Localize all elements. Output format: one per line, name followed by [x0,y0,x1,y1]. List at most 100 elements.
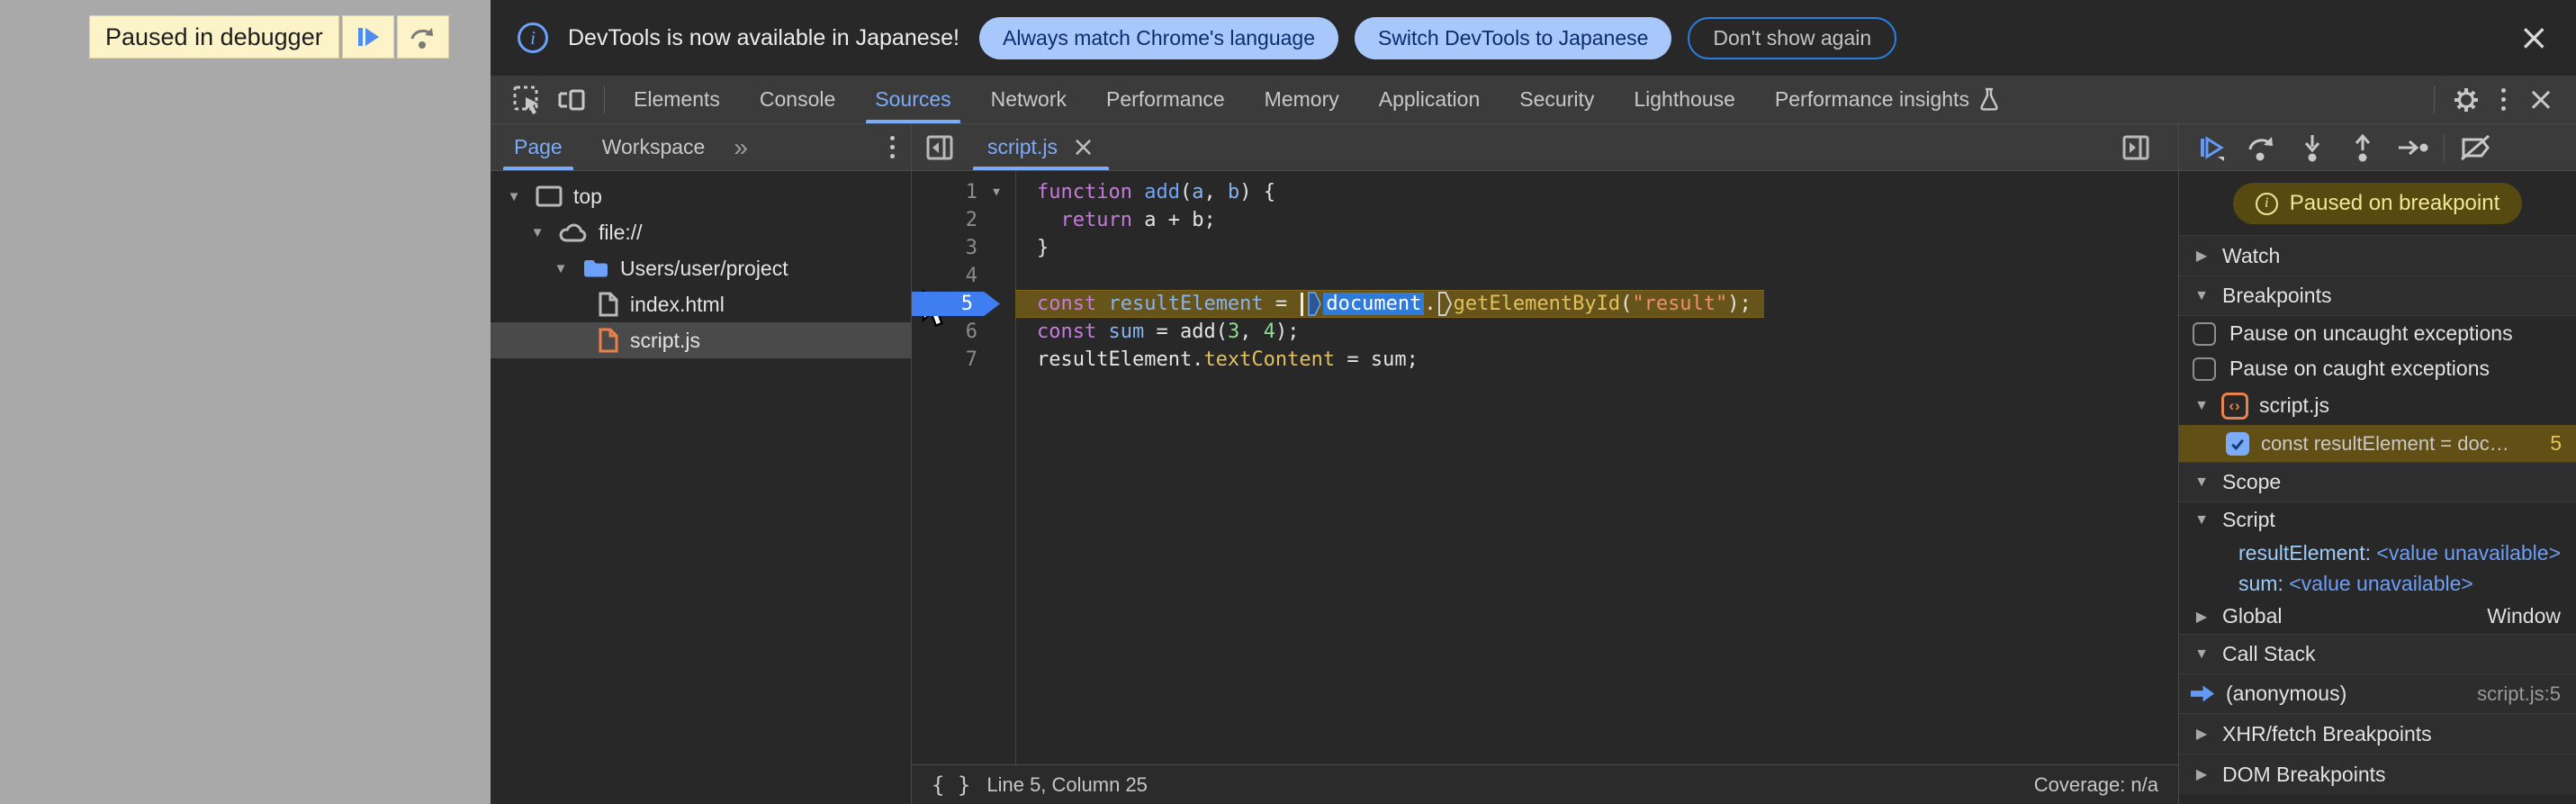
section-scope[interactable]: ▼ Scope [2179,462,2576,502]
collapse-navigator-icon[interactable] [912,124,968,170]
code-text: const resultElement = document. getElemen… [1015,290,1764,318]
variable-name: sum: [2238,571,2290,595]
devtools-close-icon[interactable]: × [2518,76,2563,123]
editor-status-bar: { } Line 5, Column 25 Coverage: n/a [912,764,2178,804]
tree-item-file-[interactable]: ▼ file:// [491,214,911,250]
tab-close-icon[interactable]: × [1072,133,1094,161]
scope-script-group[interactable]: ▼ Script [2179,502,2576,538]
tree-item-label: index.html [630,292,725,316]
section-breakpoints[interactable]: ▼ Breakpoints [2179,276,2576,316]
resume-script-icon [355,23,382,50]
tree-expander-icon[interactable]: ▼ [527,225,548,240]
pause-caught-exceptions-row[interactable]: Pause on caught exceptions [2179,351,2576,386]
scope-variable-row[interactable]: resultElement: <value unavailable> [2179,538,2576,568]
chevron-right-icon: ▶ [2195,609,2208,625]
breakpoint-candidate-marker-icon[interactable] [1437,292,1452,316]
device-toolbar-icon[interactable] [550,76,595,123]
tab-performance[interactable]: Performance [1086,76,1245,123]
code-line[interactable]: 7 resultElement. textContent = sum; [912,346,2178,374]
breakpoint-candidate-marker-icon[interactable] [1308,292,1322,316]
more-options-kebab-icon[interactable] [2489,76,2518,123]
web-page-background: Paused in debugger [0,0,491,804]
inspect-element-icon[interactable] [505,76,550,123]
checkbox-checked[interactable] [2226,431,2249,456]
navigator-tab-workspace[interactable]: Workspace [582,124,725,170]
line-number[interactable]: 7 [912,348,977,371]
editor-tab-scriptjs[interactable]: script.js × [968,124,1114,170]
line-number[interactable]: 4 [912,265,977,287]
more-tabs-chevron-icon[interactable]: » [725,133,757,162]
notification-bar: i DevTools is now available in Japanese!… [491,0,2576,76]
deactivate-breakpoints-icon[interactable] [2450,127,2500,168]
breakpoint-file-group[interactable]: ▼ ‹› script.js [2179,386,2576,425]
tab-sources[interactable]: Sources [855,76,970,123]
line-number[interactable]: 6 [912,321,977,343]
navigator-kebab-icon[interactable] [878,136,907,158]
step-out-icon[interactable] [2337,127,2388,168]
tree-item-script-js[interactable]: script.js [491,322,911,358]
tab-memory[interactable]: Memory [1245,76,1359,123]
code-line[interactable]: 2 return a + b; [912,206,2178,234]
pretty-print-icon[interactable]: { } [932,772,970,798]
overlay-resume-button[interactable] [341,15,394,59]
tab-security[interactable]: Security [1500,76,1614,123]
line-number[interactable]: 1 [912,181,977,203]
section-dom-breakpoints[interactable]: ▶ DOM Breakpoints [2179,754,2576,794]
navigator-pane: Page Workspace» ▼ top ▼ file:// ▼ Users/user/p… [491,124,912,804]
tab-elements[interactable]: Elements [614,76,740,123]
overlay-step-over-button[interactable] [396,15,449,59]
notification-button[interactable]: Switch DevTools to Japanese [1354,16,1672,59]
checkbox-unchecked[interactable] [2193,357,2216,381]
tree-item-users-user-project[interactable]: ▼ Users/user/project [491,250,911,286]
notification-button[interactable]: Always match Chrome's language [978,16,1338,59]
code-fold-icon[interactable]: ▼ [977,185,1015,199]
notification-button[interactable]: Don't show again [1688,16,1897,59]
step-over-icon[interactable] [2237,127,2287,168]
checkbox-unchecked[interactable] [2193,321,2216,346]
devtools-tab-bar: Elements Console Sources Network Performance… [491,76,2576,124]
section-xhr-breakpoints[interactable]: ▶ XHR/fetch Breakpoints [2179,713,2576,754]
settings-gear-icon[interactable] [2444,76,2489,123]
chevron-right-icon: ▶ [2195,727,2208,742]
scope-global-group[interactable]: ▶ Global Window [2179,599,2576,634]
tab-lighthouse[interactable]: Lighthouse [1614,76,1755,123]
variable-name: resultElement: [2238,540,2377,565]
pause-uncaught-exceptions-row[interactable]: Pause on uncaught exceptions [2179,316,2576,351]
expand-debugger-panel-icon[interactable] [2108,124,2164,170]
step-over-icon [409,23,437,50]
breakpoint-entry[interactable]: const resultElement = doc… 5 [2179,425,2576,462]
line-number[interactable]: 2 [912,209,977,231]
section-call-stack[interactable]: ▼ Call Stack [2179,634,2576,674]
panel-tabs: Elements Console Sources Network Performance… [614,76,2020,123]
code-line[interactable]: 3} [912,234,2178,262]
navigator-tab-page[interactable]: Page [494,124,582,170]
tab-performance-insights[interactable]: Performance insights [1755,76,2020,123]
tree-item-top[interactable]: ▼ top [491,178,911,214]
tab-network[interactable]: Network [971,76,1086,123]
step-icon[interactable] [2388,127,2438,168]
tree-item-label: top [573,184,602,208]
scope-variable-row[interactable]: sum: <value unavailable> [2179,568,2576,599]
line-number[interactable]: 3 [912,237,977,259]
code-line-paused[interactable]: 55const resultElement = document.getElem… [912,290,2178,318]
code-editor[interactable]: 1 ▼ function add(a, b) {2 return a + b; 3} 4… [912,171,2178,764]
code-line[interactable]: 6 const sum = add(3, 4); [912,318,2178,346]
tab-console[interactable]: Console [740,76,855,123]
debugger-sidebar: i Paused on breakpoint ▶ Watch ▼ Breakpo… [2178,124,2576,804]
tab-application[interactable]: Application [1359,76,1500,123]
tree-expander-icon[interactable]: ▼ [550,261,572,276]
file-icon [597,291,620,318]
step-into-icon[interactable] [2287,127,2337,168]
debugger-toolbar [2179,124,2576,171]
tree-expander-icon[interactable]: ▼ [503,189,525,204]
call-stack-frame[interactable]: (anonymous) script.js:5 [2179,674,2576,713]
devtools-window: i DevTools is now available in Japanese!… [491,0,2576,804]
resume-icon[interactable] [2186,127,2237,168]
execution-line-breakpoint-flag[interactable]: 5 [912,292,1000,316]
section-watch[interactable]: ▶ Watch [2179,235,2576,276]
code-line[interactable]: 4 [912,262,2178,290]
notification-close-icon[interactable]: × [2518,20,2549,56]
code-line[interactable]: 1 ▼ function add(a, b) { [912,178,2178,206]
tree-item-index-html[interactable]: index.html [491,286,911,322]
frame-icon [535,185,563,208]
